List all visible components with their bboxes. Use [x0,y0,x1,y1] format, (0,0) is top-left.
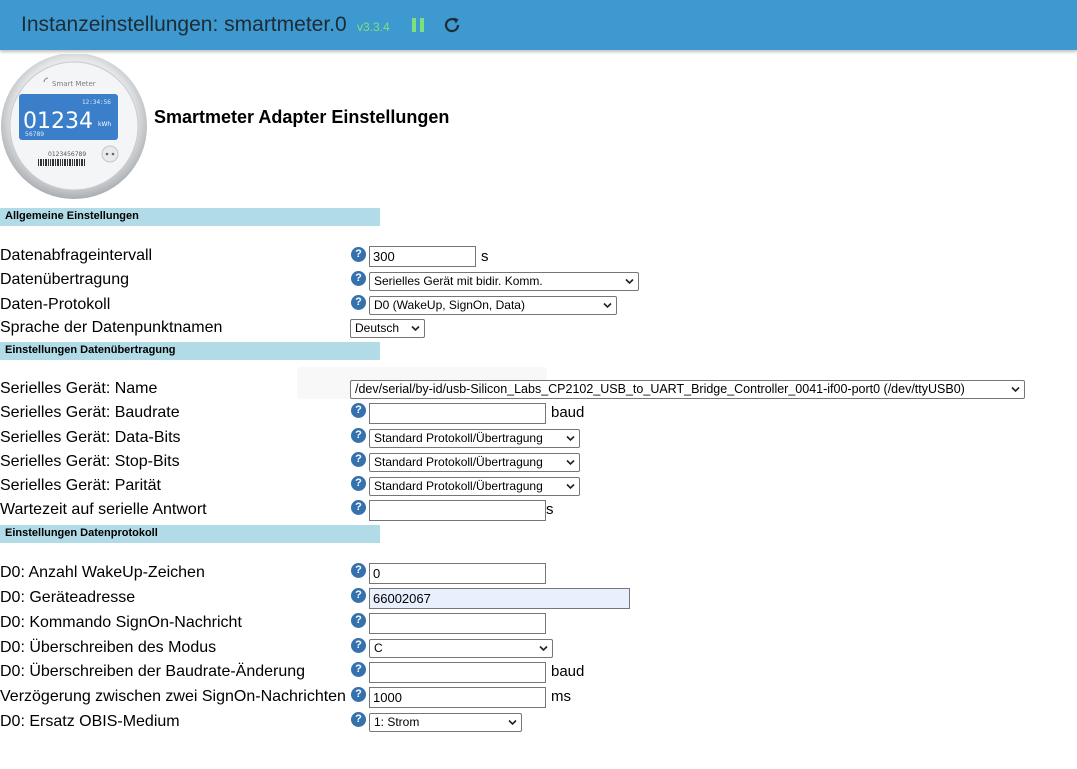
wait-unit: s [546,501,554,518]
stopbits-label: Serielles Gerät: Stop-Bits [0,453,180,470]
chevron-down-icon [566,459,575,466]
chevron-down-icon [1011,386,1020,393]
pause-icon[interactable] [410,17,426,33]
baudchange-unit: baud [551,663,585,680]
signon-input[interactable] [369,613,546,634]
obis-select-value: 1: Strom [374,715,420,729]
delay-input[interactable] [369,687,546,708]
help-icon[interactable]: ? [351,271,366,286]
help-icon[interactable]: ? [351,712,366,727]
databits-label: Serielles Gerät: Data-Bits [0,429,181,446]
help-icon[interactable]: ? [351,403,366,418]
baudchange-label: D0: Überschreiben der Baudrate-Änderung [0,663,306,680]
signon-label: D0: Kommando SignOn-Nachricht [0,614,242,631]
logo-small-number: 56789 [25,131,44,138]
help-icon[interactable]: ? [351,588,366,603]
chevron-down-icon [566,435,575,442]
transfer-select[interactable]: Serielles Gerät mit bidir. Komm. [369,272,639,291]
wakeup-label: D0: Anzahl WakeUp-Zeichen [0,564,205,581]
logo-brand: Smart Meter [52,80,96,88]
wakeup-input[interactable] [369,563,546,584]
wait-input[interactable] [369,500,546,521]
mode-select-value: C [374,641,383,655]
page-heading: Smartmeter Adapter Einstellungen [154,107,450,127]
help-icon[interactable]: ? [351,613,366,628]
smartmeter-logo: Smart Meter 12:34:56 01234 kWh 56789 012… [1,54,147,199]
baud-input[interactable] [369,403,546,424]
logo-unit: kWh [98,121,111,128]
logo-time: 12:34:56 [82,99,111,106]
parity-select-value: Standard Protokoll/Übertragung [374,479,543,493]
chevron-down-icon [508,719,517,726]
language-label: Sprache der Datenpunktnamen [0,319,223,336]
interval-input[interactable] [369,246,476,267]
stopbits-select[interactable]: Standard Protokoll/Übertragung [369,453,580,472]
help-icon[interactable]: ? [351,476,366,491]
section-protocol: Einstellungen Datenprotokoll [0,525,380,543]
section-general: Allgemeine Einstellungen [0,208,380,226]
chevron-down-icon [411,325,420,332]
serial-name-label: Serielles Gerät: Name [0,380,158,397]
help-icon[interactable]: ? [351,638,366,653]
chevron-down-icon [603,302,612,309]
parity-select[interactable]: Standard Protokoll/Übertragung [369,477,580,496]
header-bar: Instanzeinstellungen: smartmeter.0 v3.3.… [0,0,1077,50]
help-icon[interactable]: ? [351,500,366,515]
page-title: Instanzeinstellungen: smartmeter.0 [21,13,347,36]
wait-label: Wartezeit auf serielle Antwort [0,501,207,518]
protocol-select[interactable]: D0 (WakeUp, SignOn, Data) [369,296,617,315]
language-select-value: Deutsch [355,321,400,335]
stopbits-select-value: Standard Protokoll/Übertragung [374,455,543,469]
transfer-select-value: Serielles Gerät mit bidir. Komm. [374,274,543,288]
logo-serial: 0123456789 [48,151,86,158]
databits-select-value: Standard Protokoll/Übertragung [374,431,543,445]
help-icon[interactable]: ? [351,452,366,467]
help-icon[interactable]: ? [351,295,366,310]
help-icon[interactable]: ? [351,247,366,262]
chevron-down-icon [625,278,634,285]
serial-name-select[interactable]: /dev/serial/by-id/usb-Silicon_Labs_CP210… [350,380,1025,399]
obis-select[interactable]: 1: Strom [369,713,522,732]
transfer-label: Datenübertragung [0,271,129,288]
delay-label: Verzögerung zwischen zwei SignOn-Nachric… [0,688,346,705]
section-transfer: Einstellungen Datenübertragung [0,342,380,360]
databits-select[interactable]: Standard Protokoll/Übertragung [369,429,580,448]
address-input[interactable] [369,588,630,609]
baud-unit: baud [551,404,585,421]
delay-unit: ms [551,688,571,705]
chevron-down-icon [566,483,575,490]
mode-label: D0: Überschreiben des Modus [0,639,217,656]
chevron-down-icon [539,645,548,652]
baudchange-input[interactable] [369,662,546,683]
mode-select[interactable]: C [369,639,553,658]
baud-label: Serielles Gerät: Baudrate [0,404,180,421]
help-icon[interactable]: ? [351,563,366,578]
serial-name-select-value: /dev/serial/by-id/usb-Silicon_Labs_CP210… [355,382,965,396]
language-select[interactable]: Deutsch [350,319,425,338]
address-label: D0: Geräteadresse [0,589,136,606]
reload-icon[interactable] [442,15,462,35]
help-icon[interactable]: ? [351,428,366,443]
version-badge: v3.3.4 [357,20,390,34]
interval-unit: s [481,248,489,265]
protocol-label: Daten-Protokoll [0,296,111,313]
protocol-select-value: D0 (WakeUp, SignOn, Data) [374,298,525,312]
interval-label: Datenabfrageintervall [0,247,153,264]
parity-label: Serielles Gerät: Parität [0,477,161,494]
obis-label: D0: Ersatz OBIS-Medium [0,713,180,730]
help-icon[interactable]: ? [351,687,366,702]
help-icon[interactable]: ? [351,662,366,677]
